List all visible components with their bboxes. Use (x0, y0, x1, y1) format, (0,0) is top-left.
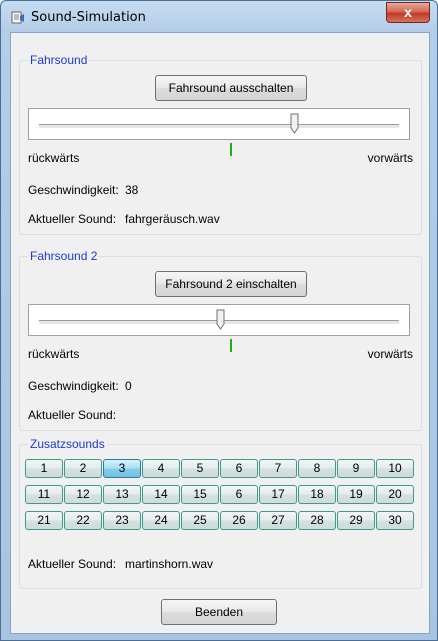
fahrsound2-toggle-button[interactable]: Fahrsound 2 einschalten (155, 271, 307, 297)
speed-label: Geschwindigkeit: (28, 183, 119, 197)
sound-button-10[interactable]: 10 (376, 459, 414, 478)
fahrsound2-group: Fahrsound 2 Fahrsound 2 einschalten rück… (19, 249, 422, 431)
sound-button-17[interactable]: 17 (259, 485, 297, 504)
sound-button-30[interactable]: 30 (376, 511, 414, 530)
sound-button-9[interactable]: 9 (337, 459, 375, 478)
fahrsound-legend: Fahrsound (28, 53, 90, 67)
sound-button-29[interactable]: 29 (337, 511, 375, 530)
sound-button-4[interactable]: 4 (142, 459, 180, 478)
fahrsound-group: Fahrsound Fahrsound ausschalten rückwärt… (19, 53, 422, 235)
sound-button-22[interactable]: 22 (64, 511, 102, 530)
backward-label: rückwärts (28, 151, 80, 165)
sound-button-19[interactable]: 19 (337, 485, 375, 504)
fahrsound-slider[interactable] (28, 108, 410, 140)
title-bar[interactable]: Sound-Simulation x (1, 1, 437, 31)
app-icon (11, 11, 24, 24)
slider-thumb[interactable] (290, 113, 299, 135)
center-tick (230, 339, 232, 352)
sound-button-3[interactable]: 3 (103, 459, 141, 478)
sound-button-25[interactable]: 25 (181, 511, 219, 530)
forward-label: vorwärts (367, 347, 413, 361)
backward-label: rückwärts (28, 347, 80, 361)
sound-button-8[interactable]: 8 (298, 459, 336, 478)
slider-track (39, 124, 399, 129)
sound-button-7[interactable]: 7 (259, 459, 297, 478)
sound-button-26[interactable]: 26 (220, 511, 258, 530)
current-sound-value: martinshorn.wav (125, 557, 214, 571)
sound-button-28[interactable]: 28 (298, 511, 336, 530)
speed-value: 38 (125, 183, 139, 197)
zusatzsounds-legend: Zusatzsounds (28, 437, 107, 451)
sound-button-27[interactable]: 27 (259, 511, 297, 530)
sound-button-14[interactable]: 14 (142, 485, 180, 504)
center-tick (230, 143, 232, 156)
window-title: Sound-Simulation (31, 10, 146, 25)
client-area: Fahrsound Fahrsound ausschalten rückwärt… (10, 32, 430, 634)
quit-button[interactable]: Beenden (161, 599, 277, 625)
current-sound-label: Aktueller Sound: (28, 557, 117, 571)
forward-label: vorwärts (367, 151, 413, 165)
sound-button-24[interactable]: 24 (142, 511, 180, 530)
close-button[interactable]: x (386, 2, 430, 23)
speed-value: 0 (125, 379, 132, 393)
sound-button-23[interactable]: 23 (103, 511, 141, 530)
sound-button-5[interactable]: 5 (181, 459, 219, 478)
speed-label: Geschwindigkeit: (28, 379, 119, 393)
sound-button-15[interactable]: 15 (181, 485, 219, 504)
current-sound-label: Aktueller Sound: (28, 408, 117, 422)
sound-button-1[interactable]: 1 (25, 459, 63, 478)
sound-simulation-window: Sound-Simulation x Fahrsound Fahrsound a… (0, 0, 438, 641)
fahrsound2-slider[interactable] (28, 304, 410, 336)
sound-button-2[interactable]: 2 (64, 459, 102, 478)
sound-button-6[interactable]: 6 (220, 485, 258, 504)
slider-thumb[interactable] (216, 309, 225, 331)
sound-button-12[interactable]: 12 (64, 485, 102, 504)
fahrsound2-legend: Fahrsound 2 (28, 249, 100, 263)
current-sound-value: fahrgeräusch.wav (125, 212, 220, 226)
current-sound-label: Aktueller Sound: (28, 212, 117, 226)
sound-button-20[interactable]: 20 (376, 485, 414, 504)
sound-button-6[interactable]: 6 (220, 459, 258, 478)
zusatzsounds-group: Zusatzsounds 1 2 3 4 5 6 7 8 9 10 11 12 13 14 15 6 17 18 1… (19, 437, 422, 589)
sound-button-13[interactable]: 13 (103, 485, 141, 504)
fahrsound-toggle-button[interactable]: Fahrsound ausschalten (155, 75, 307, 101)
sound-button-11[interactable]: 11 (25, 485, 63, 504)
sound-button-18[interactable]: 18 (298, 485, 336, 504)
sound-button-21[interactable]: 21 (25, 511, 63, 530)
